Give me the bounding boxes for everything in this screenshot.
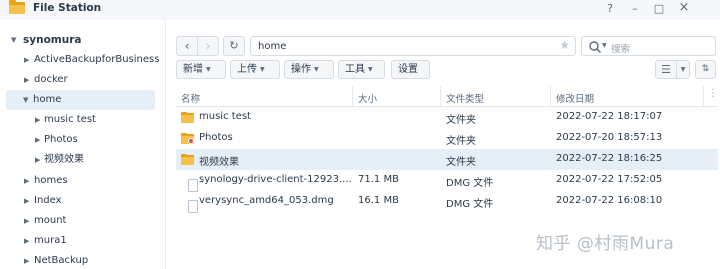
sort-icon[interactable]: ⇅ [695,60,716,79]
folder-tree: ▼ synomura ▶ ActiveBackupforBusiness ▶ d… [0,26,160,269]
file-type: 文件夹 [446,136,476,147]
expand-arrow-icon[interactable]: ▼ [23,90,28,110]
folder-icon [181,154,194,165]
search-placeholder: 搜索 [611,44,631,55]
file-type: 文件夹 [446,115,476,126]
column-menu-icon[interactable]: ⋮ [708,88,718,99]
list-view-icon[interactable]: ☰ [655,60,677,79]
path-text: home [258,41,287,52]
column-separator [550,86,551,107]
file-modified: 2022-07-20 18:57:13 [556,132,663,143]
chevron-down-icon: ▼ [368,66,373,73]
file-size: 71.1 MB [358,174,399,185]
folder-icon [181,112,194,123]
shared-folder-icon [181,133,194,144]
collapsed-arrow-icon[interactable]: ▶ [24,251,29,269]
column-separator [440,86,441,107]
file-modified: 2022-07-22 18:17:07 [556,111,663,122]
sidebar-divider [165,20,166,269]
chevron-down-icon: ▼ [206,66,211,73]
close-icon[interactable]: × [677,0,691,15]
table-row[interactable]: verysync_amd64_053.dmg 16.1 MB DMG 文件 20… [176,191,718,213]
file-name: 视频效果 [199,157,239,168]
file-size: 16.1 MB [358,195,399,206]
action-label: 操作 [291,64,311,75]
collapsed-arrow-icon[interactable]: ▶ [35,130,40,150]
tree-root-synomura[interactable]: ▼ synomura [0,30,160,50]
table-row[interactable]: music test 文件夹 2022-07-22 18:17:07 [176,107,718,128]
file-modified: 2022-07-22 18:16:25 [556,153,663,164]
table-header: 名称 大小 文件类型 修改日期 [176,86,718,107]
file-name: Photos [199,132,233,143]
collapsed-arrow-icon[interactable]: ▶ [24,171,29,191]
column-size[interactable]: 大小 [358,91,377,105]
collapsed-arrow-icon[interactable]: ▶ [35,150,40,170]
tools-button[interactable]: 工具 ▼ [338,60,385,79]
collapsed-arrow-icon[interactable]: ▶ [24,191,29,211]
tree-item-index[interactable]: ▶ Index [0,191,160,211]
back-button[interactable]: ‹ [176,36,198,56]
settings-label: 设置 [398,64,418,75]
window-title: File Station [33,2,102,14]
tools-label: 工具 [345,64,365,75]
column-name[interactable]: 名称 [181,91,200,105]
tree-item-photos[interactable]: ▶ Photos [0,130,160,150]
file-station-icon [9,0,25,14]
tree-item-music-test[interactable]: ▶ music test [0,110,160,130]
column-modified[interactable]: 修改日期 [556,91,594,105]
file-icon [181,196,198,213]
collapsed-arrow-icon[interactable]: ▶ [24,211,29,231]
table-row[interactable]: Photos 文件夹 2022-07-20 18:57:13 [176,128,718,149]
tree-item-mura1[interactable]: ▶ mura1 [0,231,160,251]
forward-button[interactable]: › [197,36,219,56]
view-mode-chevron-down-icon[interactable]: ▼ [676,60,690,79]
table-row-selected[interactable]: 视频效果 文件夹 2022-07-22 18:16:25 [176,149,718,170]
favorite-star-icon[interactable]: ★ [559,38,570,52]
collapsed-arrow-icon[interactable]: ▶ [24,70,29,90]
minimize-icon[interactable]: – [628,2,642,15]
help-icon[interactable]: ? [603,2,617,15]
file-modified: 2022-07-22 16:08:10 [556,195,663,206]
path-field[interactable]: home ★ [250,36,576,56]
tree-item-mount[interactable]: ▶ mount [0,211,160,231]
expand-arrow-icon[interactable]: ▼ [11,30,16,50]
column-separator [703,86,704,107]
table-row[interactable]: synology-drive-client-12923.... 71.1 MB … [176,170,718,192]
maximize-icon[interactable]: □ [652,2,666,15]
file-name: synology-drive-client-12923.... [199,174,352,185]
watermark: 知乎 @村雨Mura [536,234,675,254]
file-type: 文件夹 [446,157,476,168]
file-name: verysync_amd64_053.dmg [199,195,334,206]
collapsed-arrow-icon[interactable]: ▶ [35,110,40,130]
tree-item-netbackup[interactable]: ▶ NetBackup [0,251,160,269]
tree-item-homes[interactable]: ▶ homes [0,171,160,191]
column-type[interactable]: 文件类型 [446,91,484,105]
action-button[interactable]: 操作 ▼ [284,60,334,79]
search-icon[interactable] [588,40,602,54]
chevron-down-icon: ▼ [314,66,319,73]
tree-item-video-effects[interactable]: ▶ 视频效果 [0,150,160,170]
chevron-down-icon[interactable]: ▼ [602,42,607,49]
create-button[interactable]: 新增 ▼ [176,60,226,79]
tree-item-home[interactable]: ▼ home [6,90,155,110]
upload-button[interactable]: 上传 ▼ [230,60,280,79]
create-label: 新增 [183,64,203,75]
refresh-button[interactable]: ↻ [223,36,245,56]
chevron-down-icon: ▼ [260,66,265,73]
file-icon [181,175,198,192]
settings-button[interactable]: 设置 [391,60,430,79]
collapsed-arrow-icon[interactable]: ▶ [24,231,29,251]
upload-label: 上传 [237,64,257,75]
file-type: DMG 文件 [446,199,494,210]
file-name: music test [199,111,251,122]
tree-item-activebackupforbusiness[interactable]: ▶ ActiveBackupforBusiness [0,50,160,70]
file-modified: 2022-07-22 17:52:05 [556,174,663,185]
tree-item-docker[interactable]: ▶ docker [0,70,160,90]
column-separator [352,86,353,107]
title-bar: File Station ? – □ × [0,0,720,20]
search-input[interactable]: ▼ 搜索 [581,36,716,56]
collapsed-arrow-icon[interactable]: ▶ [24,50,29,70]
file-type: DMG 文件 [446,178,494,189]
